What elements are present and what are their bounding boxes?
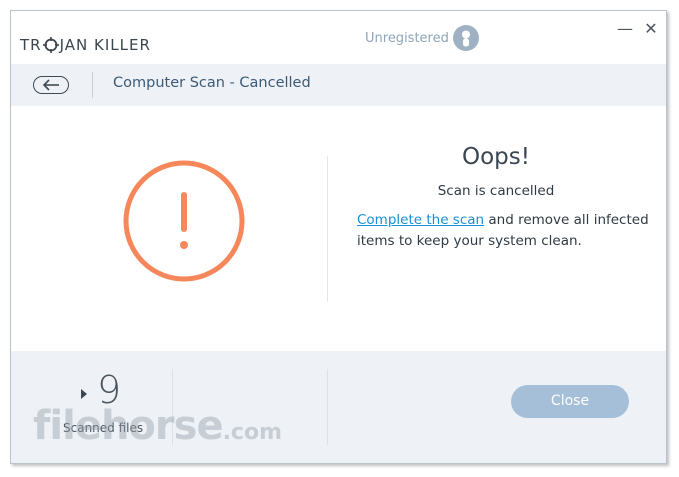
back-button[interactable] — [33, 76, 69, 94]
registration-status[interactable]: Unregistered — [365, 31, 449, 46]
warning-icon — [123, 160, 245, 282]
close-button[interactable]: Close — [511, 385, 629, 418]
arrow-left-icon — [42, 79, 59, 91]
app-logo: TR JAN KILLER — [20, 36, 151, 54]
watermark: filehorse.com — [33, 403, 282, 449]
app-window: TR JAN KILLER Unregistered — ✕ Computer … — [10, 10, 667, 464]
footer-divider-2 — [327, 369, 328, 445]
logo-text-end: JAN KILLER — [59, 36, 151, 54]
title-bar: TR JAN KILLER Unregistered — ✕ — [11, 11, 666, 63]
expand-arrow-icon[interactable] — [81, 389, 87, 399]
watermark-suffix: .com — [222, 420, 283, 445]
close-window-button[interactable]: ✕ — [641, 19, 661, 39]
header-divider — [92, 72, 93, 98]
status-message: Complete the scan and remove all infecte… — [357, 210, 657, 252]
main-content: Oops! Scan is cancelled Complete the sca… — [11, 106, 666, 351]
minimize-button[interactable]: — — [615, 19, 635, 39]
watermark-main: filehorse — [33, 403, 224, 449]
logo-text-start: TR — [20, 36, 42, 54]
person-icon — [462, 30, 470, 47]
status-heading: Oops! — [462, 144, 530, 170]
user-icon[interactable] — [453, 25, 479, 51]
status-subtitle: Scan is cancelled — [437, 183, 555, 199]
page-title: Computer Scan - Cancelled — [113, 75, 311, 91]
complete-scan-link[interactable]: Complete the scan — [357, 212, 484, 228]
content-divider — [327, 156, 328, 302]
footer-bar: 9 Scanned files filehorse.com Close — [11, 351, 666, 463]
crosshair-icon — [42, 37, 59, 53]
header-bar: Computer Scan - Cancelled — [11, 64, 666, 106]
